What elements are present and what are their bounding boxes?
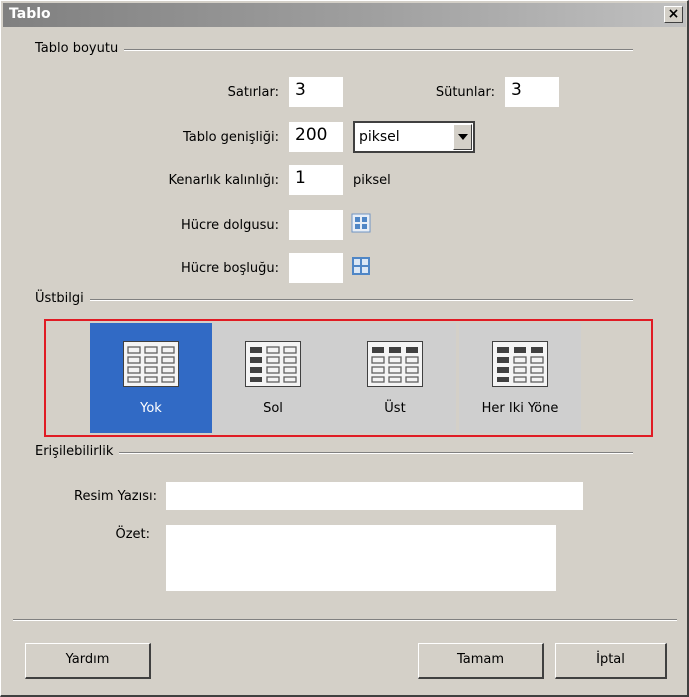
header-option-none-label: Yok [140,401,162,416]
dropdown-arrow-icon[interactable] [453,124,472,150]
table-left-header-icon [245,341,301,387]
width-unit-select[interactable]: piksel [353,121,475,153]
summary-label: Özet: [115,527,150,542]
cols-input[interactable]: 3 [505,77,559,107]
header-option-left-label: Sol [263,401,283,416]
table-both-header-icon [492,341,548,387]
spacing-label: Hücre boşluğu: [180,261,279,276]
close-button[interactable]: × [664,6,683,23]
caption-label: Resim Yazısı: [74,489,157,504]
border-unit-label: piksel [353,173,391,188]
header-group-title: Üstbilgi [35,291,90,306]
accessibility-group-line [41,452,633,454]
table-top-header-icon [367,341,423,387]
caption-input[interactable] [166,482,583,510]
rows-input[interactable]: 3 [289,77,343,107]
header-option-left[interactable]: Sol [212,323,334,433]
title-bar[interactable]: Tablo × [3,3,686,27]
header-option-both[interactable]: Her Iki Yöne [459,323,581,433]
header-option-top[interactable]: Üst [334,323,456,433]
width-unit-value: piksel [359,129,400,145]
cancel-button[interactable]: İptal [555,643,667,679]
padding-input[interactable] [289,210,343,240]
button-separator [13,619,677,621]
cols-label: Sütunlar: [435,85,495,100]
border-label: Kenarlık kalınlığı: [168,173,279,188]
ok-button[interactable]: Tamam [418,643,544,679]
header-group-line [41,299,633,301]
table-no-header-icon [123,341,179,387]
size-group-line [41,49,633,51]
width-input[interactable]: 200 [289,122,343,152]
summary-textarea[interactable] [166,525,556,591]
header-option-top-label: Üst [384,401,406,416]
spacing-input[interactable] [289,253,343,283]
header-option-both-label: Her Iki Yöne [481,401,559,416]
dialog-title: Tablo [9,6,51,22]
help-button[interactable]: Yardım [25,643,151,679]
size-group-title: Tablo boyutu [35,41,125,56]
accessibility-group-title: Erişilebilirlik [35,444,120,459]
table-dialog: Tablo × Tablo boyutu Satırlar: 3 Sütunla… [0,0,689,697]
cell-spacing-icon [352,257,370,275]
border-input[interactable]: 1 [289,165,343,195]
rows-label: Satırlar: [227,85,279,100]
header-option-none[interactable]: Yok [90,323,212,433]
cell-padding-icon [351,213,371,233]
width-label: Tablo genişliği: [182,130,279,145]
padding-label: Hücre dolgusu: [180,218,279,233]
